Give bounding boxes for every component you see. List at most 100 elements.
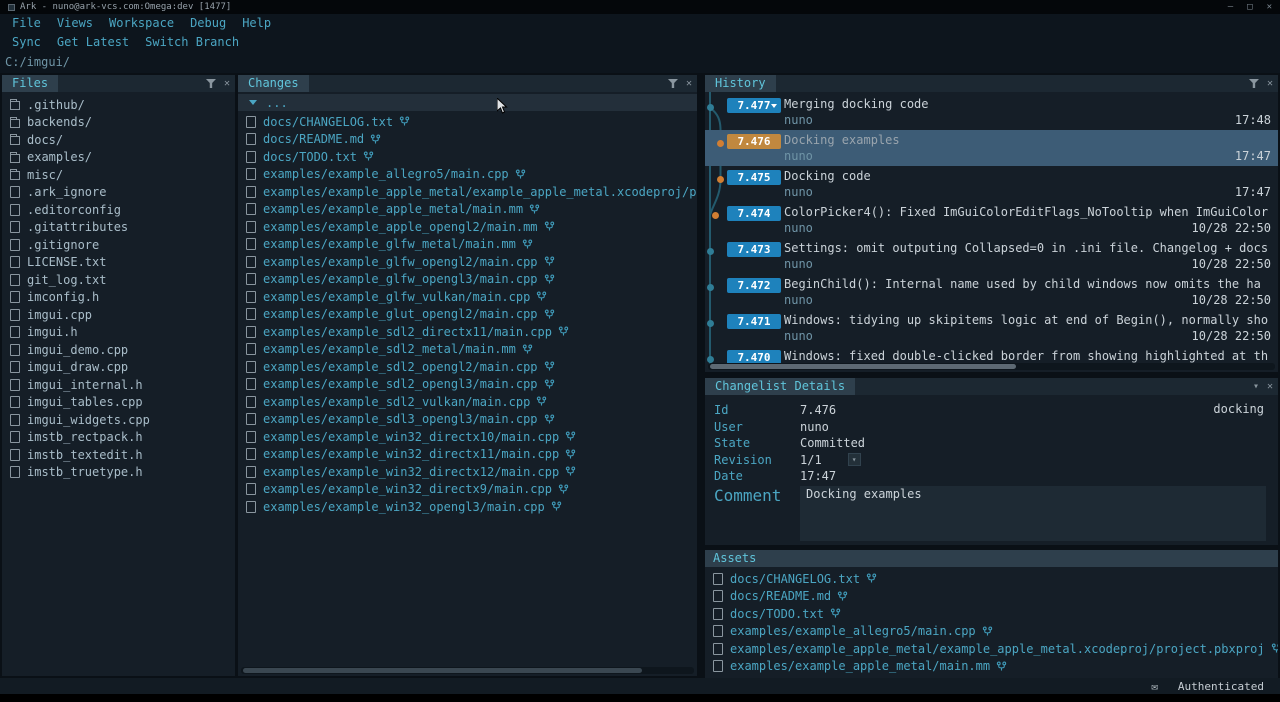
- maximize-button[interactable]: □: [1247, 0, 1252, 14]
- file-tree-item[interactable]: imgui_internal.h: [2, 376, 235, 394]
- file-tree-item[interactable]: .editorconfig: [2, 201, 235, 219]
- file-tree-item[interactable]: .github/: [2, 96, 235, 114]
- commit-id-badge[interactable]: 7.477: [727, 98, 781, 113]
- file-tree-item[interactable]: imgui_tables.cpp: [2, 394, 235, 412]
- commit-row[interactable]: 7.470 Windows: fixed double-clicked bord…: [705, 346, 1278, 364]
- menu-item[interactable]: Help: [234, 14, 279, 32]
- file-tree-item[interactable]: git_log.txt: [2, 271, 235, 289]
- commit-id-badge[interactable]: 7.471: [727, 314, 781, 329]
- filter-icon[interactable]: [668, 79, 678, 88]
- file-tree-item[interactable]: examples/: [2, 149, 235, 167]
- commit-id-badge[interactable]: 7.472: [727, 278, 781, 293]
- file-tree-item[interactable]: imgui.h: [2, 324, 235, 342]
- mail-icon[interactable]: ✉: [1151, 680, 1158, 693]
- toolbar-button[interactable]: Sync: [4, 33, 49, 51]
- comment-textarea[interactable]: Docking examples: [800, 486, 1266, 541]
- changed-file-row[interactable]: examples/example_win32_directx11/main.cp…: [238, 446, 697, 464]
- scrollbar-thumb[interactable]: [710, 364, 1016, 369]
- file-icon: [10, 186, 20, 198]
- close-button[interactable]: ✕: [1267, 0, 1272, 14]
- changed-file-row[interactable]: examples/example_glfw_vulkan/main.cpp: [238, 288, 697, 306]
- changed-file-row[interactable]: examples/example_apple_metal/main.mm: [238, 201, 697, 219]
- file-icon: [713, 643, 723, 655]
- file-tree-item[interactable]: misc/: [2, 166, 235, 184]
- changed-file-row[interactable]: examples/example_glfw_opengl3/main.cpp: [238, 271, 697, 289]
- dropdown-arrow-icon[interactable]: ▾: [848, 453, 861, 466]
- close-panel-icon[interactable]: ✕: [224, 79, 230, 89]
- menu-item[interactable]: Debug: [182, 14, 234, 32]
- commit-row[interactable]: 7.476 Docking examples nuno 17:47: [705, 130, 1278, 166]
- file-tree-item[interactable]: docs/: [2, 131, 235, 149]
- changed-file-row[interactable]: examples/example_sdl3_opengl3/main.cpp: [238, 411, 697, 429]
- changed-file-row[interactable]: examples/example_glfw_metal/main.mm: [238, 236, 697, 254]
- file-tree-item[interactable]: imconfig.h: [2, 289, 235, 307]
- commit-row[interactable]: 7.477 Merging docking code nuno 17:48: [705, 94, 1278, 130]
- file-tree-item[interactable]: .gitattributes: [2, 219, 235, 237]
- commit-id-badge[interactable]: 7.470: [727, 350, 781, 364]
- file-tree-item[interactable]: imgui_widgets.cpp: [2, 411, 235, 429]
- asset-file-row[interactable]: examples/example_apple_metal/main.mm: [705, 658, 1278, 676]
- asset-file-row[interactable]: examples/example_apple_metal/example_app…: [705, 640, 1278, 658]
- changed-file-row[interactable]: examples/example_win32_directx12/main.cp…: [238, 463, 697, 481]
- changed-file-row[interactable]: examples/example_allegro5/main.cpp: [238, 166, 697, 184]
- expander-icon[interactable]: [249, 100, 257, 105]
- toolbar-button[interactable]: Switch Branch: [137, 33, 247, 51]
- commit-row[interactable]: 7.471 Windows: tidying up skipitems logi…: [705, 310, 1278, 346]
- changed-file-row[interactable]: docs/TODO.txt: [238, 148, 697, 166]
- file-tree-item[interactable]: imgui.cpp: [2, 306, 235, 324]
- changed-file-row[interactable]: docs/README.md: [238, 131, 697, 149]
- changed-file-row[interactable]: examples/example_sdl2_directx11/main.cpp: [238, 323, 697, 341]
- field-value: 17:47: [800, 469, 836, 483]
- changed-file-row[interactable]: examples/example_sdl2_metal/main.mm: [238, 341, 697, 359]
- menu-item[interactable]: Views: [49, 14, 101, 32]
- file-tree-item[interactable]: .ark_ignore: [2, 184, 235, 202]
- changes-root-row[interactable]: ...: [238, 94, 697, 111]
- commit-row[interactable]: 7.473 Settings: omit outputing Collapsed…: [705, 238, 1278, 274]
- asset-file-row[interactable]: docs/README.md: [705, 588, 1278, 606]
- commit-id-badge[interactable]: 7.474: [727, 206, 781, 221]
- file-name: LICENSE.txt: [27, 255, 106, 269]
- file-tree-item[interactable]: LICENSE.txt: [2, 254, 235, 272]
- file-name: .editorconfig: [27, 203, 121, 217]
- file-tree-item[interactable]: imgui_draw.cpp: [2, 359, 235, 377]
- changed-file-row[interactable]: examples/example_apple_opengl2/main.mm: [238, 218, 697, 236]
- changed-file-row[interactable]: examples/example_glfw_opengl2/main.cpp: [238, 253, 697, 271]
- commit-row[interactable]: 7.474 ColorPicker4(): Fixed ImGuiColorEd…: [705, 202, 1278, 238]
- asset-file-row[interactable]: examples/example_allegro5/main.cpp: [705, 623, 1278, 641]
- file-icon: [10, 309, 20, 321]
- changed-file-row[interactable]: docs/CHANGELOG.txt: [238, 113, 697, 131]
- commit-id-badge[interactable]: 7.473: [727, 242, 781, 257]
- chevron-down-icon[interactable]: ▾: [1253, 382, 1259, 392]
- filter-icon[interactable]: [206, 79, 216, 88]
- close-panel-icon[interactable]: ✕: [686, 79, 692, 89]
- commit-row[interactable]: 7.475 Docking code nuno 17:47: [705, 166, 1278, 202]
- file-tree-item[interactable]: imstb_truetype.h: [2, 464, 235, 482]
- close-panel-icon[interactable]: ✕: [1267, 382, 1273, 392]
- asset-file-row[interactable]: docs/TODO.txt: [705, 605, 1278, 623]
- file-tree-item[interactable]: backends/: [2, 114, 235, 132]
- changed-file-row[interactable]: examples/example_glut_opengl2/main.cpp: [238, 306, 697, 324]
- changed-file-row[interactable]: examples/example_win32_opengl3/main.cpp: [238, 498, 697, 516]
- commit-id-badge[interactable]: 7.475: [727, 170, 781, 185]
- menu-item[interactable]: Workspace: [101, 14, 182, 32]
- toolbar-button[interactable]: Get Latest: [49, 33, 137, 51]
- filter-icon[interactable]: [1249, 79, 1259, 88]
- changed-file-row[interactable]: examples/example_win32_directx9/main.cpp: [238, 481, 697, 499]
- commit-row[interactable]: 7.472 BeginChild(): Internal name used b…: [705, 274, 1278, 310]
- changed-file-row[interactable]: examples/example_sdl2_opengl2/main.cpp: [238, 358, 697, 376]
- changed-file-row[interactable]: examples/example_sdl2_vulkan/main.cpp: [238, 393, 697, 411]
- changed-file-row[interactable]: examples/example_apple_metal/example_app…: [238, 183, 697, 201]
- changed-file-row[interactable]: examples/example_sdl2_opengl3/main.cpp: [238, 376, 697, 394]
- revision-dropdown[interactable]: 1/1 ▾: [800, 453, 861, 467]
- close-panel-icon[interactable]: ✕: [1267, 79, 1273, 89]
- changed-file-row[interactable]: examples/example_win32_directx10/main.cp…: [238, 428, 697, 446]
- asset-file-row[interactable]: docs/CHANGELOG.txt: [705, 570, 1278, 588]
- file-tree-item[interactable]: imstb_rectpack.h: [2, 429, 235, 447]
- minimize-button[interactable]: –: [1228, 0, 1233, 14]
- file-tree-item[interactable]: imstb_textedit.h: [2, 446, 235, 464]
- menu-item[interactable]: File: [4, 14, 49, 32]
- file-tree-item[interactable]: .gitignore: [2, 236, 235, 254]
- file-tree-item[interactable]: imgui_demo.cpp: [2, 341, 235, 359]
- scrollbar-thumb[interactable]: [243, 668, 642, 673]
- commit-id-badge[interactable]: 7.476: [727, 134, 781, 149]
